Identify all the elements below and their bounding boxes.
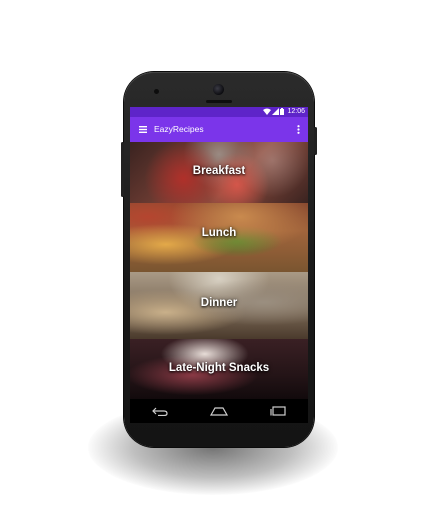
power-button: [314, 127, 317, 155]
earpiece-speaker: [206, 100, 232, 103]
recent-apps-icon[interactable]: [265, 401, 291, 421]
more-vert-icon[interactable]: [292, 117, 304, 142]
battery-icon: [280, 107, 285, 117]
volume-button: [121, 142, 124, 197]
phone-device: 12:06 EazyRecipes Breakfast Lunch Dinner…: [121, 72, 317, 447]
proximity-sensor: [154, 89, 159, 94]
phone-screen: 12:06 EazyRecipes Breakfast Lunch Dinner…: [130, 107, 308, 423]
status-time: 12:06: [287, 108, 305, 115]
category-label: Lunch: [201, 227, 237, 239]
category-tile-late-night-snacks[interactable]: Late-Night Snacks: [130, 339, 308, 399]
app-title: EazyRecipes: [154, 124, 204, 134]
category-list: Breakfast Lunch Dinner Late-Night Snacks: [130, 142, 308, 399]
front-camera: [213, 84, 224, 95]
category-label: Late-Night Snacks: [168, 362, 270, 374]
hamburger-menu-icon[interactable]: [132, 117, 154, 142]
status-icons: 12:06: [263, 107, 308, 117]
mockup-stage: 12:06 EazyRecipes Breakfast Lunch Dinner…: [0, 0, 429, 522]
signal-icon: [272, 107, 280, 117]
category-label: Dinner: [200, 297, 238, 309]
category-tile-breakfast[interactable]: Breakfast: [130, 142, 308, 203]
category-label: Breakfast: [192, 165, 246, 177]
home-icon[interactable]: [206, 401, 232, 421]
back-icon[interactable]: [147, 401, 173, 421]
category-tile-dinner[interactable]: Dinner: [130, 272, 308, 339]
status-bar: 12:06: [130, 107, 308, 117]
navigation-bar: [130, 399, 308, 423]
wifi-icon: [263, 108, 272, 117]
app-bar: EazyRecipes: [130, 117, 308, 142]
category-tile-lunch[interactable]: Lunch: [130, 203, 308, 272]
